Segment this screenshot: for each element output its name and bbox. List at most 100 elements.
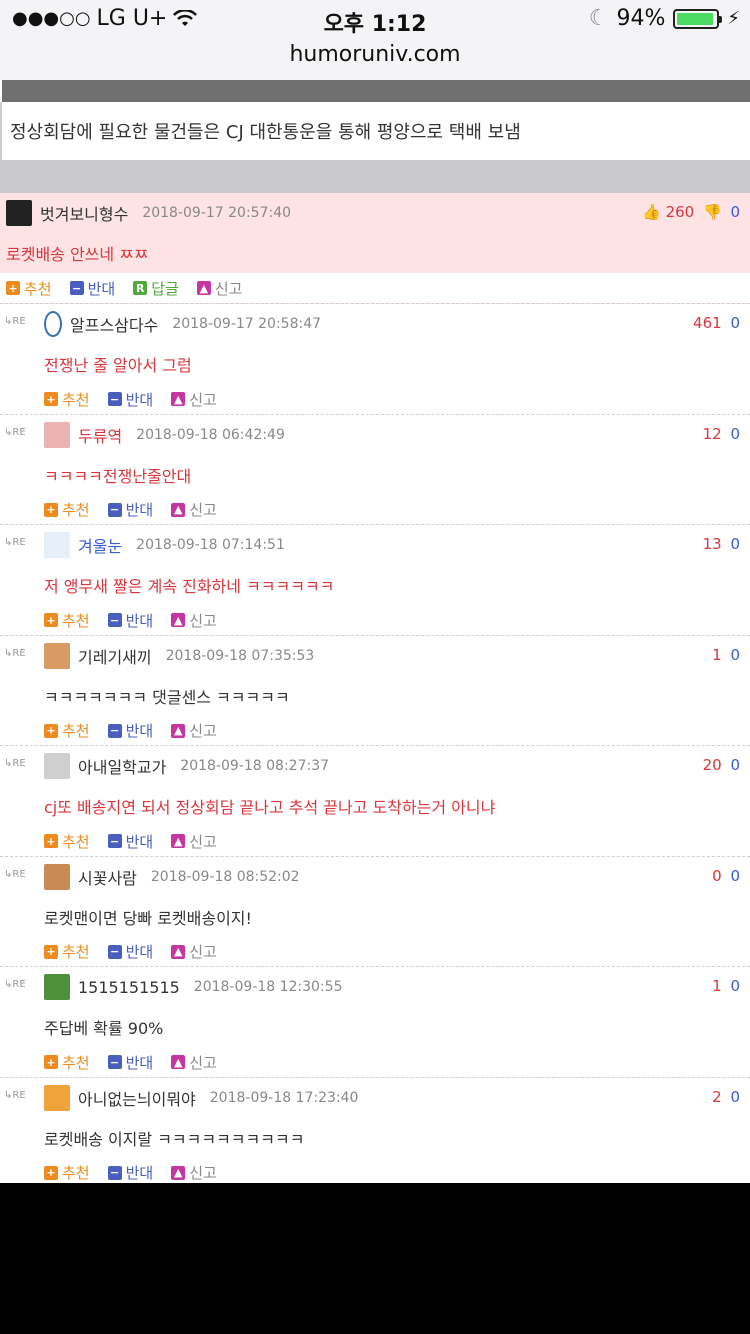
vote-count: 13 0 [703, 535, 740, 553]
battery-percent: 94% [616, 6, 666, 31]
minus-icon: − [107, 1055, 122, 1069]
recommend-button[interactable]: + 추천 [44, 389, 90, 410]
comment-text: 저 앵무새 짤은 계속 진화하네 ㅋㅋㅋㅋㅋㅋ [44, 577, 335, 596]
down-count: 0 [730, 645, 740, 664]
recommend-button[interactable]: + 추천 [44, 610, 90, 631]
comment-actions: + 추천 − 반대 ▲ 신고 [0, 605, 750, 635]
recommend-button[interactable]: + 추천 [44, 499, 90, 520]
alert-icon: ▲ [171, 723, 186, 738]
comment-nick[interactable]: 벗겨보니형수 [40, 201, 128, 225]
report-button[interactable]: ▲ 신고 [171, 1162, 217, 1183]
oppose-button[interactable]: − 반대 [69, 278, 115, 299]
reply-icon: R [133, 281, 148, 295]
reply-arrow-icon: ↳RE [4, 979, 26, 990]
vote-count: 1 0 [712, 977, 740, 995]
oppose-button[interactable]: − 반대 [107, 941, 153, 962]
avatar[interactable] [44, 753, 70, 779]
avatar[interactable] [6, 200, 32, 226]
comment-nick[interactable]: 기레기새끼 [78, 644, 152, 668]
alert-icon: ▲ [171, 834, 186, 848]
comment-text: 전쟁난 줄 알아서 그럼 [44, 356, 192, 375]
recommend-button[interactable]: + 추천 [44, 1052, 90, 1073]
avatar[interactable] [44, 421, 70, 448]
vote-count: 20 0 [703, 756, 740, 774]
down-count: 0 [730, 977, 740, 995]
comment-date: 2018-09-18 12:30:55 [193, 979, 343, 995]
up-count: 1 [712, 977, 722, 995]
plus-icon: + [44, 1055, 58, 1069]
avatar[interactable] [44, 311, 62, 337]
minus-icon: − [107, 834, 122, 848]
recommend-button[interactable]: + 추천 [44, 1162, 90, 1183]
plus-icon: + [44, 392, 58, 406]
up-count: 0 [712, 866, 722, 885]
oppose-button[interactable]: − 반대 [107, 1162, 153, 1183]
plus-icon: + [44, 1165, 58, 1180]
plus-icon: + [44, 723, 58, 738]
report-button[interactable]: ▲ 신고 [171, 941, 217, 962]
comment-date: 2018-09-18 07:14:51 [136, 537, 285, 553]
comment-date: 2018-09-17 20:57:40 [142, 205, 292, 221]
up-count: 12 [702, 424, 722, 443]
comment-nick[interactable]: 알프스삼다수 [70, 312, 158, 336]
vote-count: 1 0 [712, 646, 740, 664]
plus-icon: + [44, 613, 58, 627]
comment-nick[interactable]: 1515151515 [78, 978, 180, 997]
divider [0, 160, 750, 193]
report-button[interactable]: ▲ 신고 [171, 1052, 217, 1073]
oppose-button[interactable]: − 반대 [107, 1052, 153, 1073]
report-button[interactable]: ▲ 신고 [171, 499, 217, 520]
down-count: 0 [730, 424, 740, 443]
comment-actions: + 추천 − 반대 ▲ 신고 [0, 1047, 750, 1077]
report-button[interactable]: ▲ 신고 [171, 831, 217, 852]
recommend-button[interactable]: + 추천 [44, 831, 90, 852]
minus-icon: − [107, 613, 122, 627]
comment-nick[interactable]: 두류역 [78, 423, 122, 447]
recommend-button[interactable]: + 추천 [6, 278, 52, 299]
avatar[interactable] [44, 863, 70, 890]
vote-count: 0 0 [712, 867, 740, 885]
up-count: 13 [702, 535, 722, 553]
report-button[interactable]: ▲ 신고 [171, 610, 217, 631]
oppose-button[interactable]: − 반대 [107, 389, 153, 410]
avatar[interactable] [44, 1084, 70, 1111]
up-count: 461 [693, 314, 722, 332]
comment-nick[interactable]: 아니없는늬이뭐야 [78, 1086, 196, 1110]
comment-date: 2018-09-18 17:23:40 [209, 1089, 359, 1106]
comment-nick[interactable]: 겨울눈 [78, 533, 122, 557]
oppose-button[interactable]: − 반대 [107, 720, 153, 741]
comment-nick[interactable]: 아내일학교가 [78, 754, 166, 778]
report-button[interactable]: ▲ 신고 [196, 278, 242, 299]
plus-icon: + [44, 502, 58, 517]
post-image [2, 80, 750, 102]
reply-arrow-icon: ↳RE [4, 537, 26, 548]
avatar[interactable] [44, 974, 70, 1000]
recommend-button[interactable]: + 추천 [44, 941, 90, 962]
oppose-button[interactable]: − 반대 [107, 831, 153, 852]
url-bar[interactable]: humoruniv.com [0, 42, 750, 67]
reply-comment: ↳RE 기레기새끼 2018-09-18 07:35:53 1 0 ㅋㅋㅋㅋㅋㅋ… [0, 636, 750, 746]
charging-icon: ⚡ [727, 8, 740, 29]
comment-date: 2018-09-18 08:52:02 [150, 868, 300, 885]
status-right: ☾ 94% ⚡ [589, 6, 740, 31]
page-content: 정상회담에 필요한 물건들은 CJ 대한통운을 통해 평양으로 택배 보냄 벗겨… [0, 80, 750, 1183]
oppose-button[interactable]: − 반대 [107, 610, 153, 631]
minus-icon: − [107, 944, 122, 959]
oppose-button[interactable]: − 반대 [107, 499, 153, 520]
reply-comment: ↳RE 겨울눈 2018-09-18 07:14:51 13 0 저 앵무새 짤… [0, 525, 750, 636]
comment-date: 2018-09-18 08:27:37 [180, 758, 330, 774]
vote-count: 461 0 [693, 314, 740, 332]
comment-actions: + 추천 − 반대 ▲ 신고 [0, 826, 750, 856]
avatar[interactable] [44, 532, 70, 558]
best-comment: 벗겨보니형수 2018-09-17 20:57:40 👍 260 👎 0 로켓배… [0, 193, 750, 304]
comment-nick[interactable]: 시꽃사람 [78, 865, 137, 889]
minus-icon: − [69, 281, 84, 295]
report-button[interactable]: ▲ 신고 [171, 389, 217, 410]
plus-icon: + [44, 834, 58, 848]
report-button[interactable]: ▲ 신고 [171, 720, 217, 741]
black-area [0, 1183, 750, 1334]
reply-button[interactable]: R 답글 [133, 278, 179, 299]
avatar[interactable] [44, 642, 70, 669]
recommend-button[interactable]: + 추천 [44, 720, 90, 741]
minus-icon: − [107, 1165, 122, 1180]
